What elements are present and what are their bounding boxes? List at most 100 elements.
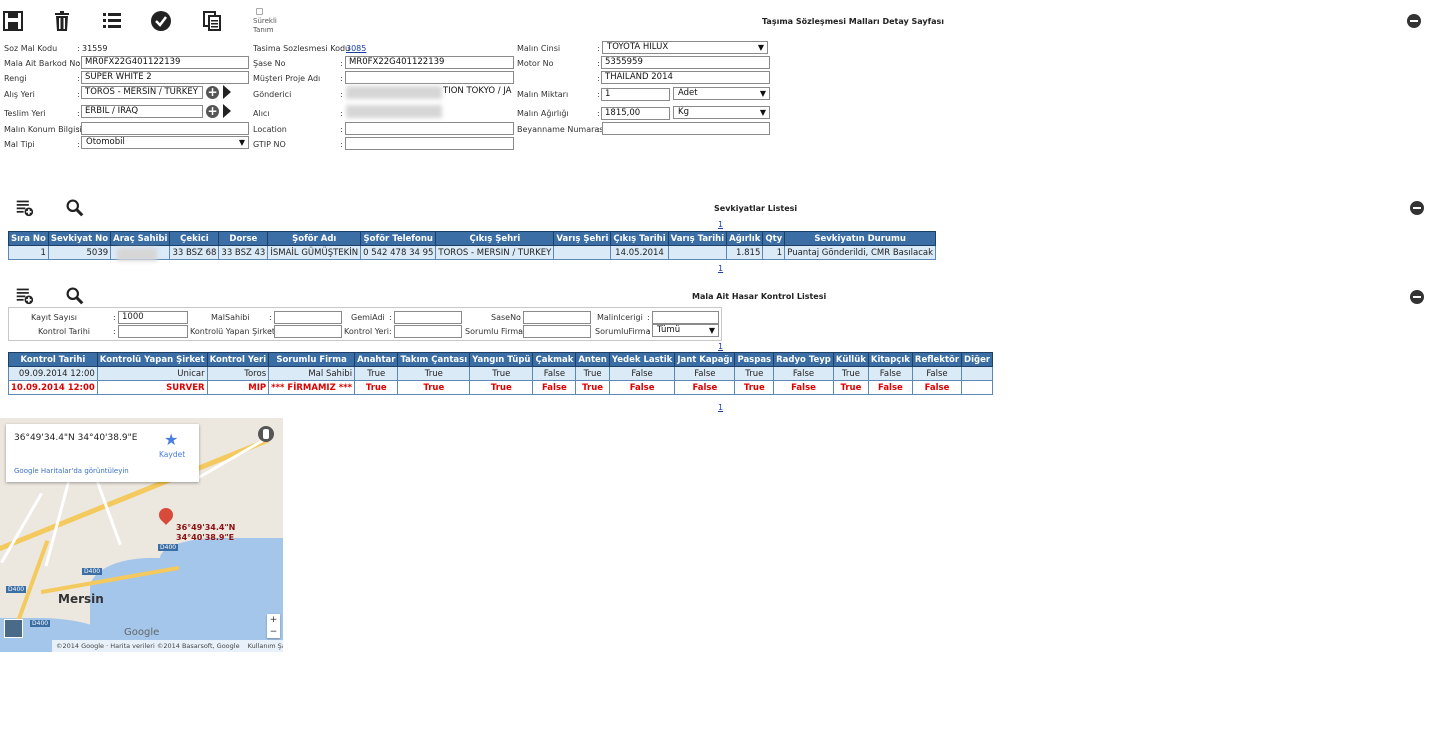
table-row[interactable]: 10.09.2014 12:00 SURVER MIP *** FİRMAMIZ **… [8,380,994,395]
location-label: Location [253,125,287,134]
damage-col-header[interactable]: Sorumlu Firma [268,352,356,367]
search-icon[interactable] [65,286,84,305]
copy-icon[interactable] [201,10,223,32]
ship-filter-input[interactable] [394,311,462,324]
damage-cell: False [608,366,676,381]
terms-link[interactable]: Kullanım Şartları [248,642,283,650]
shipments-col-header[interactable]: Çekici [169,231,220,246]
add-delivery-icon[interactable]: + [206,105,219,118]
damage-col-header[interactable]: Kitapçık [867,352,913,367]
save-link[interactable]: Kaydet [159,450,185,459]
damage-cell: False [608,380,676,395]
responsible-filter-input[interactable] [523,325,591,338]
product-type-select[interactable]: TOYOTA HILUX ▼ [602,41,768,54]
continuous-checkbox[interactable] [256,8,263,15]
chassis-filter-input[interactable] [523,311,591,324]
damage-col-header[interactable]: Yangın Tüpü [469,352,534,367]
collapse-damage-icon[interactable] [1410,290,1424,304]
mal-tipi-select[interactable]: Otomobil ▼ [81,136,249,149]
location-input[interactable] [345,122,514,135]
collapse-shipments-icon[interactable] [1410,201,1424,215]
list-icon[interactable] [101,10,123,32]
chevron-down-icon: ▼ [759,89,766,98]
damage-col-header[interactable]: Çakmak [532,352,577,367]
shipments-col-header[interactable]: Araç Sahibi [110,231,171,246]
damage-col-header[interactable]: Kontrolü Yapan Şirket [96,352,208,367]
shipments-col-header[interactable]: Çıkış Tarihi [610,231,669,246]
damage-col-header[interactable]: Jant Kapağı [674,352,736,367]
origin-year-input[interactable]: THAILAND 2014 [601,71,770,84]
barcode-input[interactable]: MR0FX22G401122139 [81,56,249,69]
trash-icon[interactable] [51,10,73,32]
add-pickup-icon[interactable]: + [206,86,219,99]
damage-col-header[interactable]: Takım Çantası [397,352,471,367]
declaration-no-label: Beyanname Numarası [517,125,606,134]
map[interactable]: 36°49'34.4"N 34°40'38.9"E ★ Kaydet Googl… [0,418,283,652]
damage-col-header[interactable]: Anahtar [354,352,399,367]
shipments-col-header[interactable]: Şoför Telefonu [360,231,437,246]
shipments-col-header[interactable]: Sıra No [8,231,49,246]
damage-col-header[interactable]: Kontrol Tarihi [8,352,98,367]
damage-col-header[interactable]: Reflektör [911,352,963,367]
shipments-col-header[interactable]: Dorse [218,231,269,246]
delivery-arrow-icon[interactable] [223,104,231,118]
star-icon[interactable]: ★ [164,430,178,449]
damage-pager-bottom[interactable]: 1 [718,403,723,412]
chassis-input[interactable]: MR0FX22G401122139 [345,56,514,69]
damage-col-header[interactable]: Paspas [734,352,775,367]
damage-col-header[interactable]: Diğer [961,352,994,367]
quantity-input[interactable]: 1 [601,88,670,101]
weight-unit-select[interactable]: Kg ▼ [673,106,770,119]
shipments-col-header[interactable]: Sevkiyat No [47,231,112,246]
view-in-maps-link[interactable]: Google Haritalar'da görüntüleyin [14,467,129,475]
save-icon[interactable] [2,10,24,32]
owner-filter-input[interactable] [274,311,342,324]
pickup-arrow-icon[interactable] [223,85,231,99]
control-date-input[interactable] [118,325,188,338]
shipments-pager-bottom[interactable]: 1 [718,264,723,273]
content-filter-input[interactable] [652,311,719,324]
delivery-input[interactable]: ERBIL / IRAQ [81,105,203,118]
control-place-input[interactable] [394,325,462,338]
add-list-icon[interactable] [15,286,34,305]
shipments-col-header[interactable]: Varış Şehri [553,231,612,246]
damage-pager-top[interactable]: 1 [718,342,723,351]
collapse-details-icon[interactable] [1407,14,1421,28]
owner-redacted [117,248,157,261]
declaration-no-input[interactable] [602,122,770,135]
damage-col-header[interactable]: Küllük [832,352,869,367]
zoom-control[interactable]: + − [267,614,280,638]
pickup-input[interactable]: TOROS - MERSIN / TURKEY [81,86,203,99]
gtip-input[interactable] [345,137,514,150]
inspector-company-input[interactable] [274,325,342,338]
satellite-toggle[interactable] [4,619,23,638]
weight-input[interactable]: 1815,00 [601,107,670,120]
map-marker-icon[interactable] [156,505,176,525]
responsible-firm-select[interactable]: Tümü ▼ [652,324,719,337]
add-list-icon[interactable] [15,198,34,217]
damage-col-header[interactable]: Radyo Teyp [773,352,834,367]
search-icon[interactable] [65,198,84,217]
damage-col-header[interactable]: Yedek Lastik [608,352,676,367]
engine-no-input[interactable]: 5355959 [601,56,770,69]
check-icon[interactable] [150,10,172,32]
shipments-col-header[interactable]: Varış Tarihi [667,231,728,246]
shipments-col-header[interactable]: Şoför Adı [267,231,362,246]
shipments-col-header[interactable]: Sevkiyatın Durumu [784,231,937,246]
quantity-unit-select[interactable]: Adet ▼ [673,87,770,100]
pegman-icon[interactable] [258,426,274,442]
contract-code-link[interactable]: 3085 [346,44,366,53]
project-name-input[interactable] [345,71,514,84]
table-row[interactable]: 09.09.2014 12:00 Unicar Toros Mal Sahibi Tru… [8,366,994,381]
damage-col-header[interactable]: Kontrol Yeri [206,352,270,367]
record-count-input[interactable]: 1000 [118,311,188,324]
shipments-pager-top[interactable]: 1 [718,220,723,229]
color-input[interactable]: SUPER WHITE 2 [81,71,249,84]
sender-redacted [346,86,442,99]
shipments-cell [667,245,728,260]
location-info-input[interactable] [81,122,249,135]
damage-col-header[interactable]: Anten [575,352,610,367]
shipments-col-header[interactable]: Çıkış Şehri [435,231,555,246]
shipments-col-header[interactable]: Qty [762,231,786,246]
shipments-col-header[interactable]: Ağırlık [726,231,764,246]
